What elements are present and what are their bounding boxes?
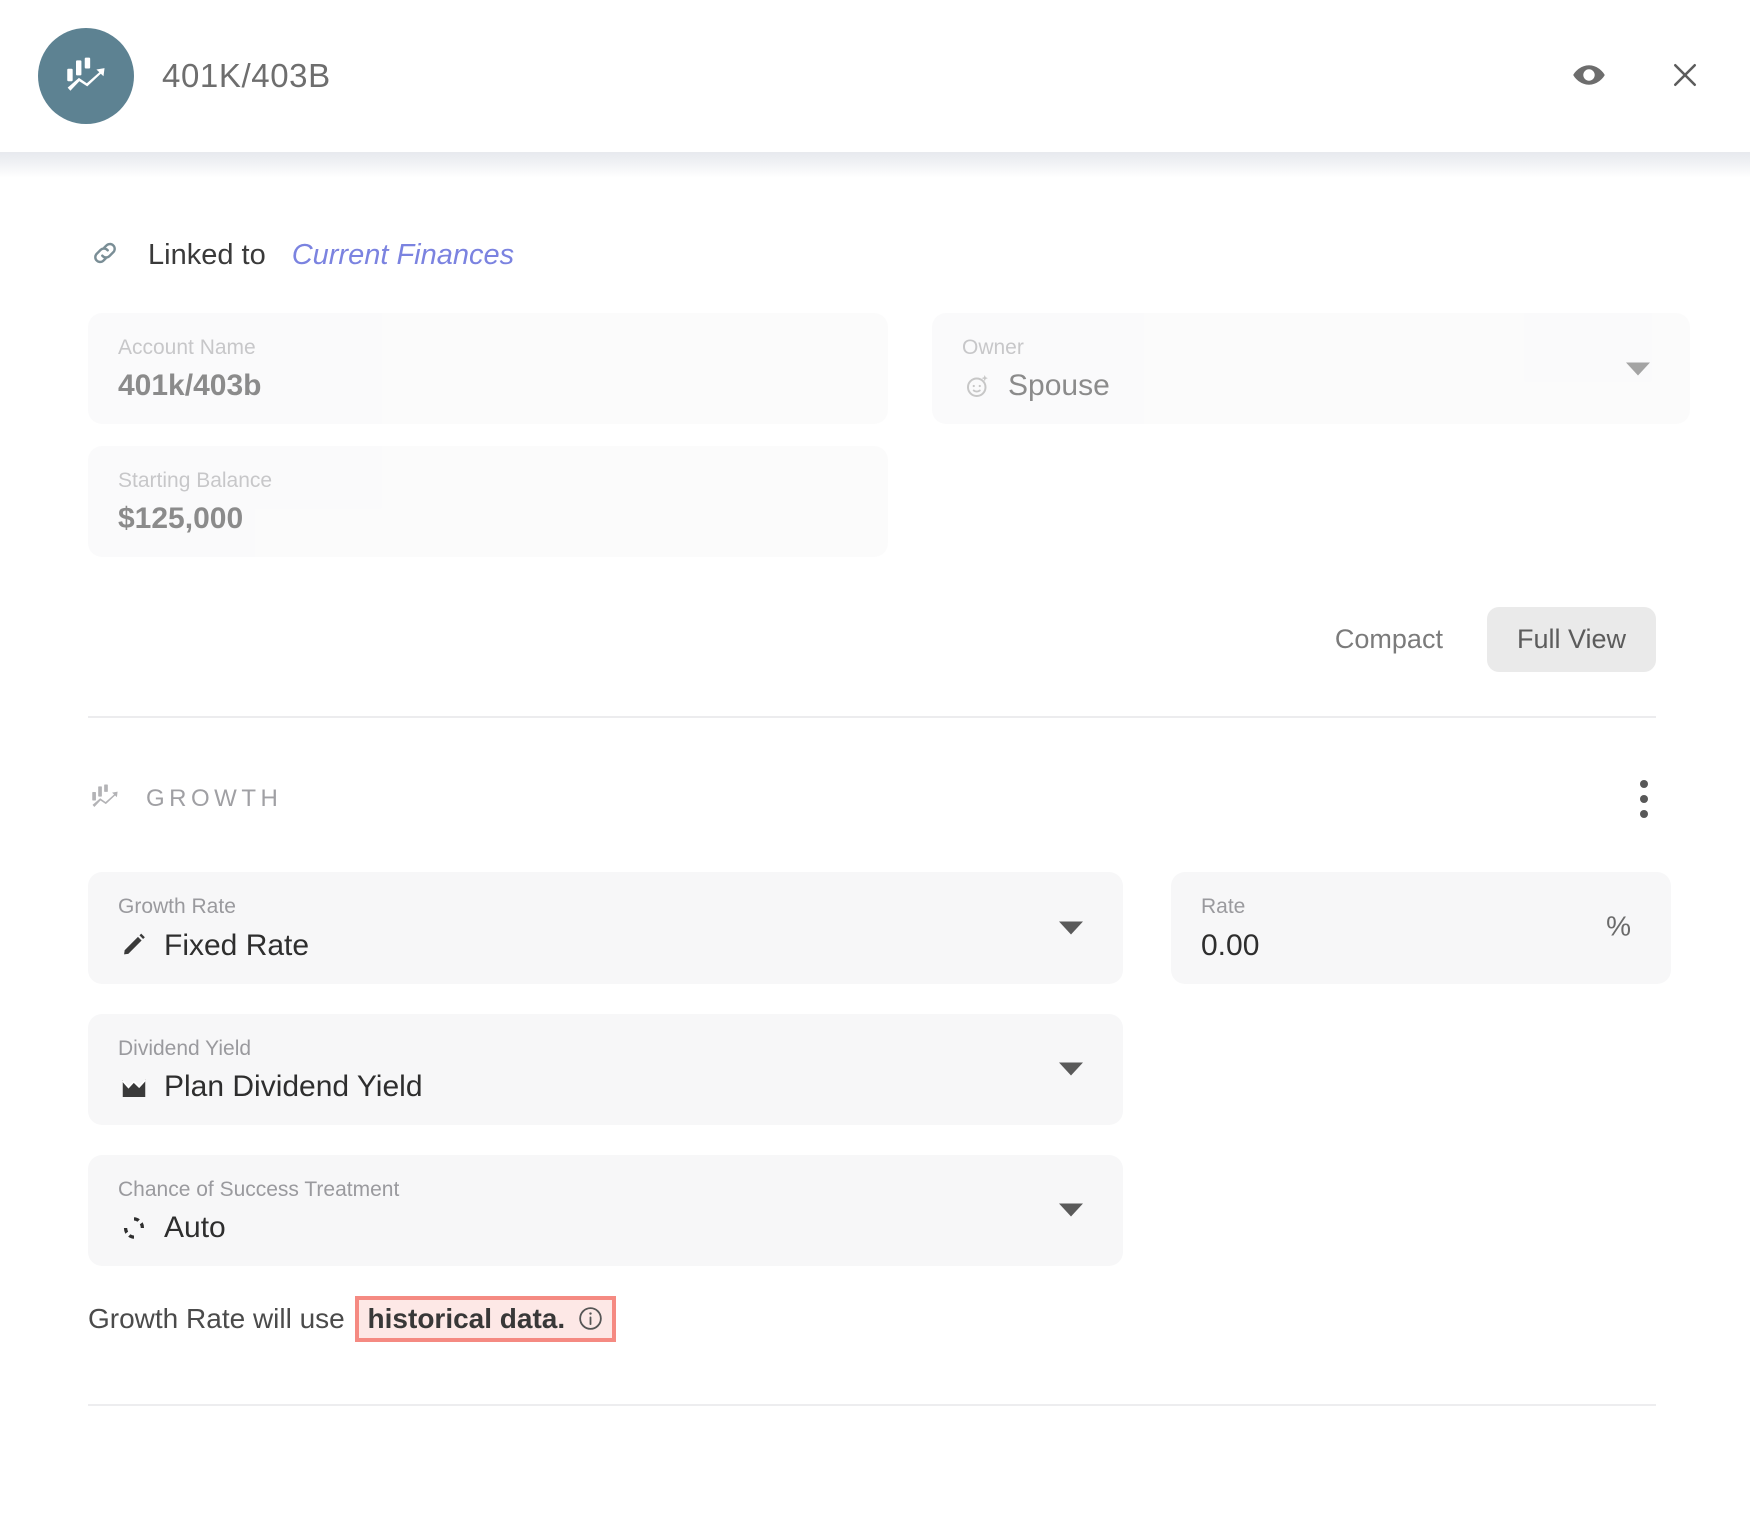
rate-percent-suffix: % <box>1606 910 1631 942</box>
starting-balance-row: Starting Balance $125,000 <box>88 446 1690 557</box>
chance-of-success-field[interactable]: Chance of Success Treatment Auto <box>88 1155 1123 1266</box>
growth-section-title-group: GROWTH <box>88 780 1626 819</box>
starting-balance-label: Starting Balance <box>118 468 858 493</box>
kebab-menu-icon[interactable] <box>1626 770 1662 828</box>
kebab-dot <box>1640 810 1648 818</box>
growth-rate-row: Growth Rate Fixed Rate Rate 0.00 % <box>88 872 1690 983</box>
growth-rate-field[interactable]: Growth Rate Fixed Rate <box>88 872 1123 983</box>
chance-of-success-label: Chance of Success Treatment <box>118 1177 1093 1202</box>
historical-data-highlight: historical data. <box>355 1296 617 1342</box>
rate-label: Rate <box>1201 894 1641 919</box>
header-shadow <box>0 152 1750 178</box>
starting-balance-field[interactable]: Starting Balance $125,000 <box>88 446 888 557</box>
owner-value: Spouse <box>1008 368 1110 404</box>
page-title: 401K/403B <box>162 57 331 95</box>
kebab-dot <box>1640 795 1648 803</box>
growth-rate-note-prefix: Growth Rate will use <box>88 1303 345 1335</box>
view-mode-compact-button[interactable]: Compact <box>1305 607 1473 672</box>
close-icon <box>1667 57 1703 96</box>
eye-icon <box>1571 57 1607 96</box>
close-button[interactable] <box>1662 53 1708 99</box>
view-mode-full-view-button[interactable]: Full View <box>1487 607 1656 672</box>
chance-of-success-value-group: Auto <box>118 1210 1093 1246</box>
person-sparkle-icon <box>962 371 994 401</box>
chevron-down-icon[interactable] <box>1626 362 1650 375</box>
chart-trend-icon <box>118 1072 150 1102</box>
account-name-field[interactable]: Account Name 401k/403b <box>88 313 888 424</box>
owner-value-group: Spouse <box>962 368 1660 404</box>
rate-field[interactable]: Rate 0.00 % <box>1171 872 1671 983</box>
dividend-yield-value: Plan Dividend Yield <box>164 1069 423 1105</box>
panel-body: Linked to Current Finances Account Name … <box>0 178 1750 1406</box>
rate-value: 0.00 <box>1201 928 1641 964</box>
header-left-group: 401K/403B <box>38 28 1566 124</box>
growth-chart-icon <box>88 780 122 819</box>
linked-to-label: Linked to <box>148 239 266 272</box>
linked-to-row: Linked to Current Finances <box>88 236 1690 275</box>
account-name-label: Account Name <box>118 335 858 360</box>
dividend-yield-value-group: Plan Dividend Yield <box>118 1069 1093 1105</box>
visibility-toggle-button[interactable] <box>1566 53 1612 99</box>
linked-to-target-link[interactable]: Current Finances <box>292 239 514 272</box>
growth-section-header: GROWTH <box>88 770 1690 828</box>
chevron-down-icon[interactable] <box>1059 1063 1083 1076</box>
growth-rate-value: Fixed Rate <box>164 928 309 964</box>
owner-label: Owner <box>962 335 1660 360</box>
chance-of-success-value: Auto <box>164 1210 226 1246</box>
account-identity-row: Account Name 401k/403b Owner <box>88 313 1690 424</box>
info-icon[interactable] <box>577 1305 604 1332</box>
header-actions <box>1566 53 1708 99</box>
growth-rate-note: Growth Rate will use historical data. <box>88 1296 1690 1342</box>
account-name-value: 401k/403b <box>118 368 858 404</box>
growth-rate-label: Growth Rate <box>118 894 1093 919</box>
dividend-yield-label: Dividend Yield <box>118 1036 1093 1061</box>
pencil-icon <box>118 932 150 960</box>
chevron-down-icon[interactable] <box>1059 1204 1083 1217</box>
panel-header: 401K/403B <box>0 0 1750 152</box>
owner-field[interactable]: Owner Spouse <box>932 313 1690 424</box>
growth-rate-value-group: Fixed Rate <box>118 928 1093 964</box>
growth-section-title: GROWTH <box>146 785 282 813</box>
dividend-yield-row: Dividend Yield Plan Dividend Yield <box>88 1014 1690 1125</box>
starting-balance-value: $125,000 <box>118 501 858 537</box>
dividend-yield-field[interactable]: Dividend Yield Plan Dividend Yield <box>88 1014 1123 1125</box>
account-detail-panel: 401K/403B <box>0 0 1750 1540</box>
chance-of-success-row: Chance of Success Treatment Auto <box>88 1155 1690 1266</box>
bottom-divider <box>88 1404 1656 1406</box>
section-divider <box>88 716 1656 718</box>
account-avatar <box>38 28 134 124</box>
sync-auto-icon <box>118 1214 150 1242</box>
kebab-dot <box>1640 780 1648 788</box>
chevron-down-icon[interactable] <box>1059 921 1083 934</box>
growth-chart-icon <box>61 51 111 101</box>
view-mode-toggle: Compact Full View <box>88 607 1690 672</box>
historical-data-link[interactable]: historical data. <box>368 1303 566 1335</box>
link-icon <box>88 236 122 275</box>
